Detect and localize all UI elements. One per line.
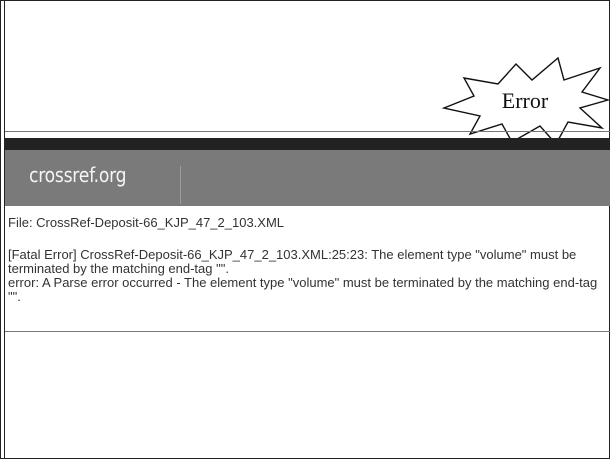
top-divider	[5, 131, 610, 132]
parse-error-message: error: A Parse error occurred - The elem…	[8, 275, 598, 304]
crossref-logo[interactable]: crossref.org	[29, 163, 127, 187]
bottom-divider	[5, 331, 610, 332]
file-name-line: File: CrossRef-Deposit-66_KJP_47_2_103.X…	[8, 215, 285, 230]
left-border-rule	[4, 0, 5, 459]
header-dark-band	[5, 138, 610, 150]
error-content: File: CrossRef-Deposit-66_KJP_47_2_103.X…	[8, 216, 604, 304]
fatal-error-message: [Fatal Error] CrossRef-Deposit-66_KJP_47…	[8, 247, 577, 276]
header-divider	[180, 166, 181, 204]
site-header: crossref.org	[5, 150, 610, 206]
